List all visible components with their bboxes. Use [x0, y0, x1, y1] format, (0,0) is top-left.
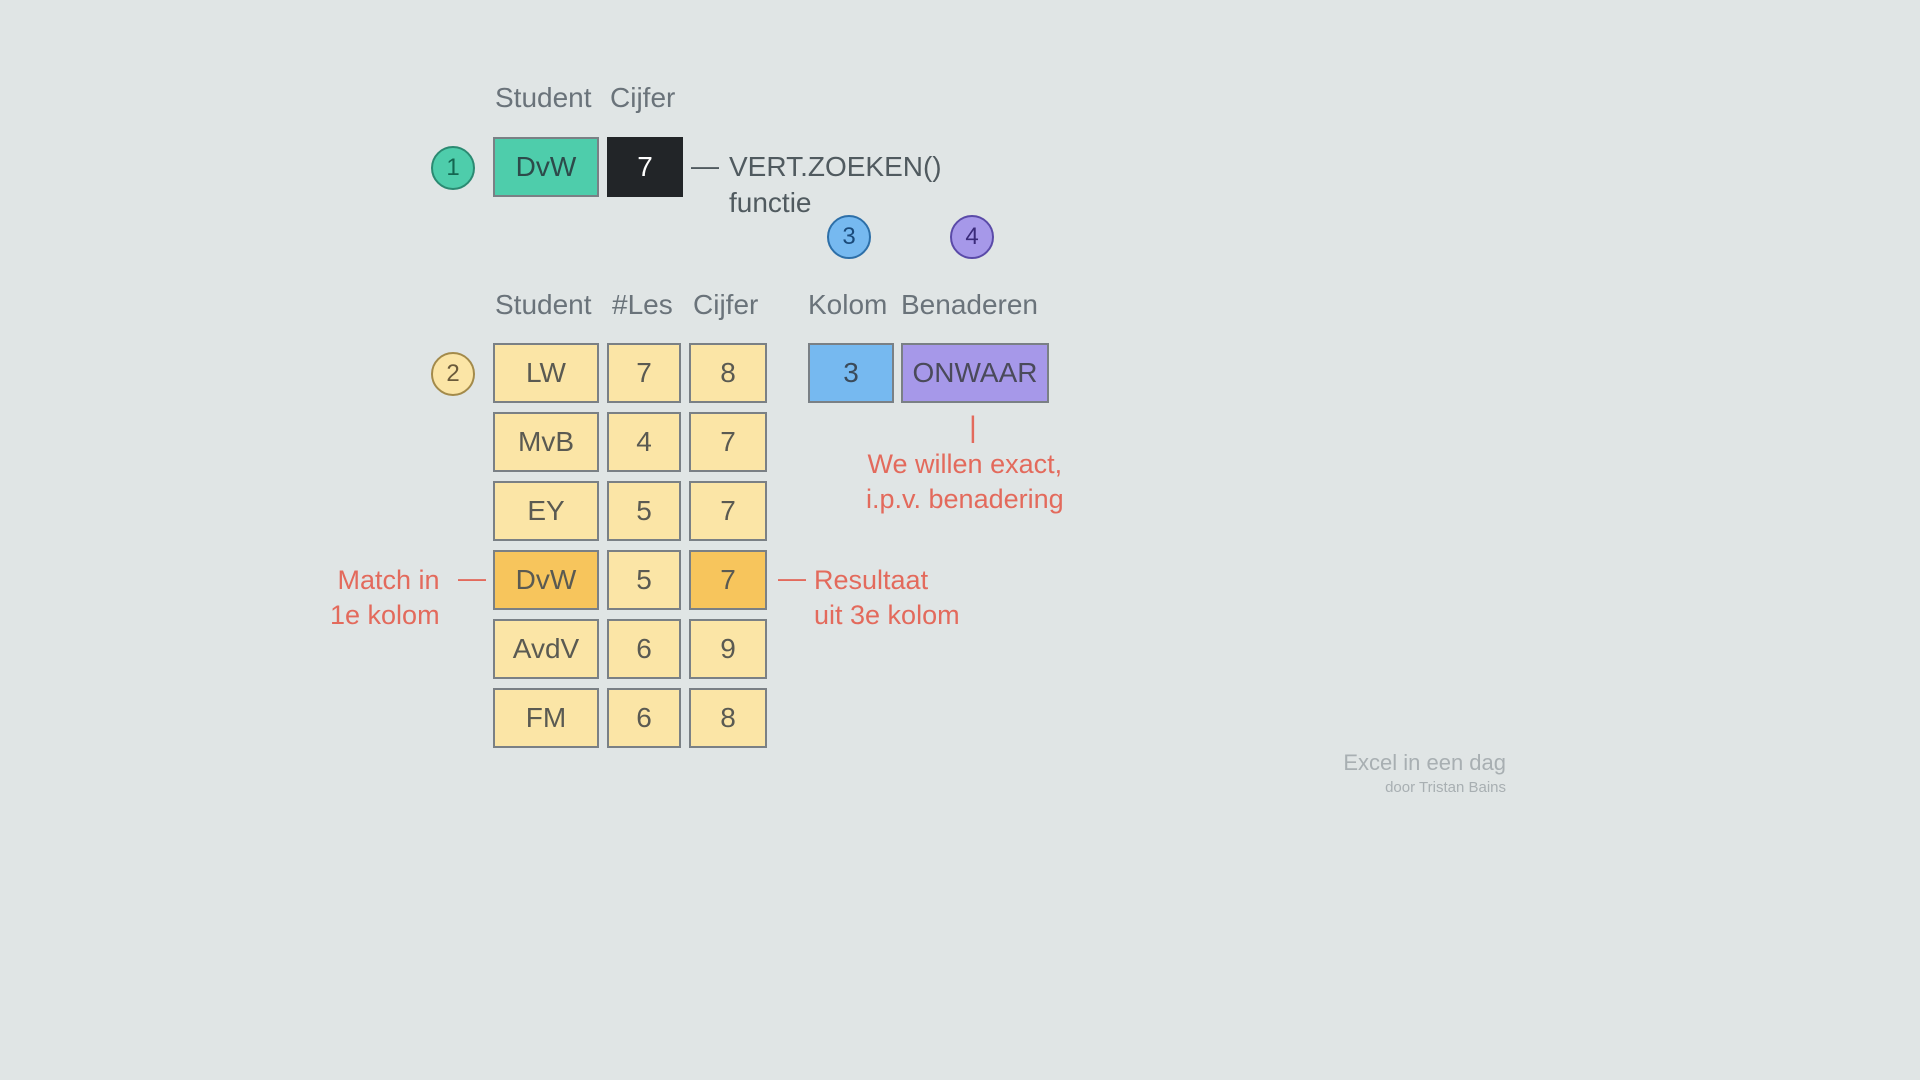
- table-row-highlight-student: DvW: [493, 550, 599, 610]
- note-exact-l1: We willen exact,: [868, 449, 1063, 479]
- footer-author: door Tristan Bains: [1385, 779, 1506, 796]
- table-header-cijfer: Cijfer: [693, 289, 758, 321]
- top-student-cell: DvW: [493, 137, 599, 197]
- note-match-l2: 1e kolom: [330, 600, 440, 630]
- note-result-l1: Resultaat: [814, 565, 928, 595]
- pipe-icon: |: [969, 411, 977, 445]
- step-circle-4: 4: [950, 215, 994, 259]
- table-header-student: Student: [495, 289, 592, 321]
- func-sub: functie: [729, 187, 812, 219]
- table-row: 5: [607, 481, 681, 541]
- table-row: 7: [689, 481, 767, 541]
- footer-title: Excel in een dag: [1343, 750, 1506, 776]
- table-row: 7: [689, 412, 767, 472]
- top-grade-cell: 7: [607, 137, 683, 197]
- dash-func: —: [691, 150, 719, 182]
- step-circle-3: 3: [827, 215, 871, 259]
- table-row: 9: [689, 619, 767, 679]
- note-exact: We willen exact, i.p.v. benadering: [866, 447, 1064, 517]
- step-circle-2: 2: [431, 352, 475, 396]
- dash-result: —: [778, 562, 806, 594]
- header-kolom: Kolom: [808, 289, 887, 321]
- note-exact-l2: i.p.v. benadering: [866, 484, 1064, 514]
- note-result: Resultaat uit 3e kolom: [814, 563, 960, 633]
- table-header-les: #Les: [612, 289, 673, 321]
- note-result-l2: uit 3e kolom: [814, 600, 960, 630]
- header-student-top: Student: [495, 82, 592, 114]
- kolom-cell: 3: [808, 343, 894, 403]
- table-row: 7: [607, 343, 681, 403]
- note-match: Match in 1e kolom: [330, 563, 440, 633]
- table-row: 4: [607, 412, 681, 472]
- table-row: 6: [607, 688, 681, 748]
- table-row-highlight-grade: 7: [689, 550, 767, 610]
- table-row: 8: [689, 343, 767, 403]
- table-row: 6: [607, 619, 681, 679]
- table-row: LW: [493, 343, 599, 403]
- table-row: MvB: [493, 412, 599, 472]
- step-circle-1: 1: [431, 146, 475, 190]
- dash-match: —: [458, 562, 486, 594]
- header-benaderen: Benaderen: [901, 289, 1038, 321]
- note-match-l1: Match in: [338, 565, 440, 595]
- header-cijfer-top: Cijfer: [610, 82, 675, 114]
- table-row: 5: [607, 550, 681, 610]
- table-row: EY: [493, 481, 599, 541]
- benaderen-cell: ONWAAR: [901, 343, 1049, 403]
- table-row: AvdV: [493, 619, 599, 679]
- table-row: FM: [493, 688, 599, 748]
- func-name: VERT.ZOEKEN(): [729, 151, 942, 183]
- table-row: 8: [689, 688, 767, 748]
